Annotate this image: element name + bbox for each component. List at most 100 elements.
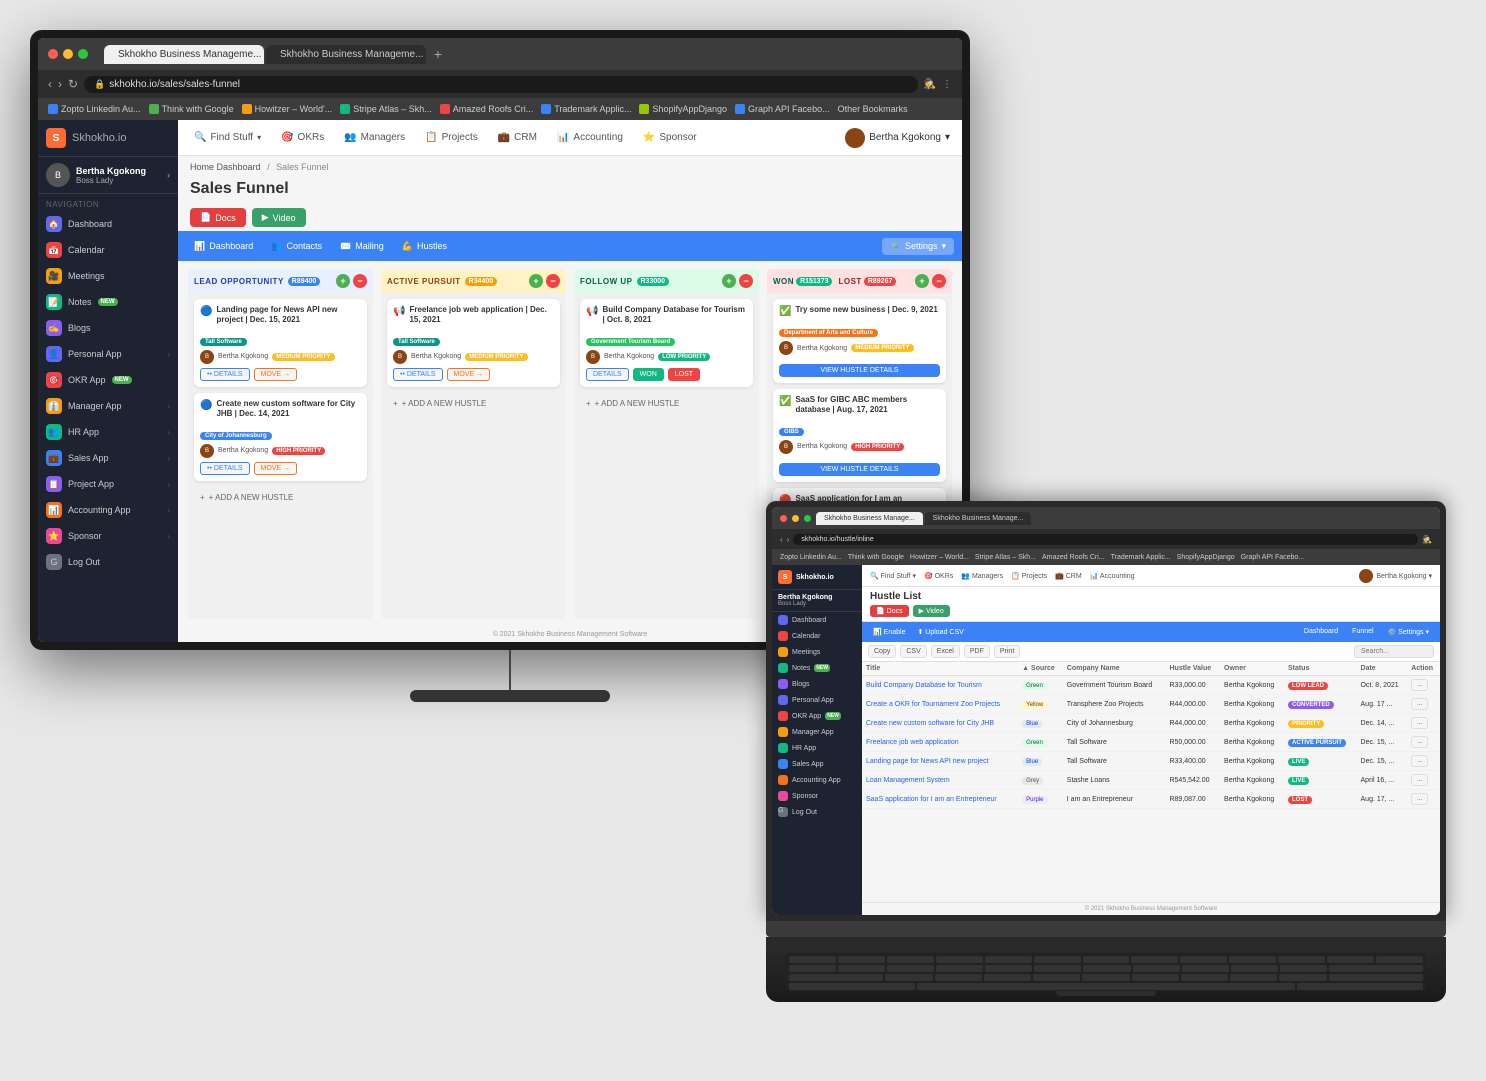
col-remove-wonlost-btn[interactable]: − — [932, 274, 946, 288]
sub-nav-contacts[interactable]: 👥 Contacts — [263, 231, 330, 261]
docs-button[interactable]: 📄 Docs — [190, 208, 246, 227]
laptop-sub-funnel[interactable]: Funnel — [1347, 628, 1378, 636]
laptop-nav-dashboard[interactable]: Dashboard — [772, 612, 862, 628]
sidebar-item-calendar[interactable]: 📅 Calendar — [38, 237, 178, 263]
laptop-back-btn[interactable]: ‹ — [780, 535, 783, 544]
card-lead-1-move-btn[interactable]: MOVE → — [254, 368, 298, 381]
sub-nav-mailing[interactable]: ✉️ Mailing — [332, 231, 392, 261]
toolbar-excel-btn[interactable]: Excel — [931, 645, 960, 658]
key[interactable] — [1230, 974, 1277, 981]
key[interactable] — [936, 965, 983, 972]
toolbar-print-btn[interactable]: Print — [994, 645, 1020, 658]
card-lead-1-details-btn[interactable]: •• DETAILS — [200, 368, 250, 381]
laptop-close-tl[interactable] — [780, 515, 787, 522]
top-nav-crm[interactable]: 💼 CRM — [494, 120, 541, 155]
key[interactable] — [1133, 965, 1180, 972]
video-button[interactable]: ▶ Video — [252, 208, 306, 227]
key[interactable] — [984, 974, 1031, 981]
top-nav-projects[interactable]: 📋 Projects — [421, 120, 482, 155]
user-pill[interactable]: Bertha Kgokong ▾ — [845, 128, 950, 148]
sidebar-item-accounting[interactable]: 📊 Accounting App › — [38, 497, 178, 523]
card-followup-1-lost-btn[interactable]: LOST — [668, 368, 700, 381]
key-wide[interactable] — [1329, 974, 1423, 981]
card-active-1-move-btn[interactable]: MOVE → — [447, 368, 491, 381]
laptop-nav-okr[interactable]: OKR App NEW — [772, 708, 862, 724]
laptop-top-find[interactable]: 🔍 Find Stuff ▾ — [870, 572, 916, 580]
key[interactable] — [1131, 956, 1178, 963]
laptop-nav-manager[interactable]: Manager App — [772, 724, 862, 740]
bookmark-google[interactable]: Think with Google — [149, 104, 234, 114]
laptop-sub-enable[interactable]: 📊 Enable — [868, 628, 910, 636]
col-remove-lead-btn[interactable]: − — [353, 274, 367, 288]
col-add-active-btn[interactable]: + — [529, 274, 543, 288]
card-lead-2-details-btn[interactable]: •• DETAILS — [200, 462, 250, 475]
key[interactable] — [1181, 974, 1228, 981]
laptop-bm-trademark[interactable]: Trademark Applic... — [1111, 554, 1171, 561]
forward-button[interactable]: › — [58, 77, 62, 91]
hustle-link[interactable]: Create a OKR for Tournament Zoo Projects — [866, 701, 1000, 708]
laptop-maximize-tl[interactable] — [804, 515, 811, 522]
action-btn[interactable]: ... — [1411, 774, 1428, 786]
key[interactable] — [1034, 956, 1081, 963]
key[interactable] — [1278, 956, 1325, 963]
sidebar-item-hr[interactable]: 👥 HR App › — [38, 419, 178, 445]
key[interactable] — [935, 974, 982, 981]
laptop-nav-blogs[interactable]: Blogs — [772, 676, 862, 692]
bookmark-stripe[interactable]: Stripe Atlas – Skh... — [340, 104, 432, 114]
address-box[interactable]: 🔒 skhokho.io/sales/sales-funnel — [84, 76, 917, 93]
laptop-tab-2[interactable]: Skhokho Business Manage... — [925, 512, 1032, 525]
action-btn[interactable]: ... — [1411, 698, 1428, 710]
laptop-bm-shopify[interactable]: ShopifyAppDjango — [1177, 554, 1235, 561]
col-add-followup-btn[interactable]: + — [722, 274, 736, 288]
action-btn[interactable]: ... — [1411, 755, 1428, 767]
key[interactable] — [1229, 956, 1276, 963]
key[interactable] — [789, 956, 836, 963]
laptop-nav-personal[interactable]: Personal App — [772, 692, 862, 708]
bookmark-shopify[interactable]: ShopifyAppDjango — [639, 104, 727, 114]
laptop-nav-calendar[interactable]: Calendar — [772, 628, 862, 644]
laptop-nav-sponsor[interactable]: Sponsor — [772, 788, 862, 804]
laptop-nav-sales[interactable]: Sales App — [772, 756, 862, 772]
col-add-wonlost-btn[interactable]: + — [915, 274, 929, 288]
bookmark-amazed[interactable]: Amazed Roofs Cri... — [440, 104, 534, 114]
hustle-link[interactable]: Landing page for News API new project — [866, 758, 989, 765]
key-wide[interactable] — [789, 983, 915, 990]
tab-1[interactable]: Skhokho Business Manageme... ✕ — [104, 45, 264, 64]
laptop-forward-btn[interactable]: › — [787, 535, 790, 544]
laptop-sub-dashboard[interactable]: Dashboard — [1299, 628, 1343, 636]
refresh-button[interactable]: ↻ — [68, 77, 78, 91]
hustle-link[interactable]: Build Company Database for Tourism — [866, 682, 982, 689]
key[interactable] — [1376, 956, 1423, 963]
back-button[interactable]: ‹ — [48, 77, 52, 91]
card-followup-1-details-btn[interactable]: DETAILS — [586, 368, 629, 381]
card-active-1-details-btn[interactable]: •• DETAILS — [393, 368, 443, 381]
toolbar-csv-btn[interactable]: CSV — [900, 645, 926, 658]
close-traffic-light[interactable] — [48, 49, 58, 59]
laptop-video-btn[interactable]: ▶ Video — [913, 605, 950, 617]
laptop-nav-logout[interactable]: G Log Out — [772, 804, 862, 820]
key[interactable] — [1182, 965, 1229, 972]
key-wide[interactable] — [789, 974, 883, 981]
laptop-top-accounting[interactable]: 📊 Accounting — [1090, 572, 1135, 580]
sub-nav-dashboard[interactable]: 📊 Dashboard — [186, 231, 261, 261]
sidebar-item-okr[interactable]: 🎯 OKR App NEW — [38, 367, 178, 393]
laptop-nav-notes[interactable]: Notes NEW — [772, 660, 862, 676]
bookmark-zopto[interactable]: Zopto Linkedin Au... — [48, 104, 141, 114]
action-btn[interactable]: ... — [1411, 793, 1428, 805]
bookmark-howitzer[interactable]: Howitzer – World'... — [242, 104, 333, 114]
laptop-nav-accounting[interactable]: Accounting App — [772, 772, 862, 788]
key[interactable] — [985, 965, 1032, 972]
laptop-sub-settings[interactable]: ⚙️ Settings ▾ — [1383, 628, 1434, 636]
sidebar-item-sponsor[interactable]: ⭐ Sponsor › — [38, 523, 178, 549]
key[interactable] — [789, 965, 836, 972]
hustle-link[interactable]: SaaS application for I am an Entrepreneu… — [866, 796, 997, 803]
bookmark-trademark[interactable]: Trademark Applic... — [541, 104, 631, 114]
key[interactable] — [1279, 974, 1326, 981]
top-nav-okrs[interactable]: 🎯 OKRs — [277, 120, 328, 155]
key[interactable] — [1180, 956, 1227, 963]
key[interactable] — [1033, 974, 1080, 981]
col-remove-followup-btn[interactable]: − — [739, 274, 753, 288]
key[interactable] — [1034, 965, 1081, 972]
laptop-top-okrs[interactable]: 🎯 OKRs — [924, 572, 953, 580]
key[interactable] — [1280, 965, 1327, 972]
